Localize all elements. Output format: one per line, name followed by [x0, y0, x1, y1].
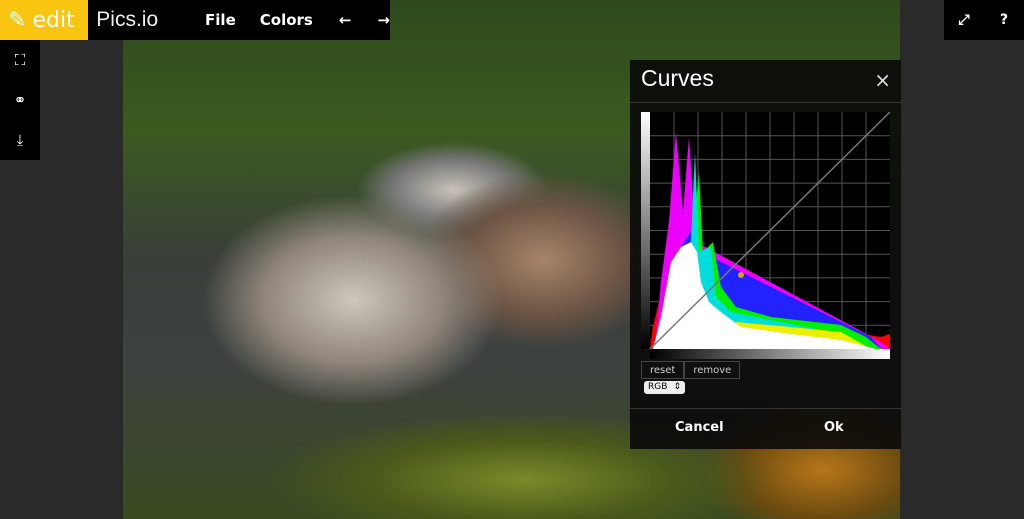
divider — [630, 408, 901, 409]
help-button[interactable]: ? — [984, 0, 1024, 40]
color-circles-icon[interactable]: ⚭ — [14, 80, 27, 120]
tool-sidebar: ⛶ ⚭ ⤓ — [0, 40, 40, 160]
menu-colors[interactable]: Colors — [260, 11, 313, 29]
brand-logo: Pics.io — [96, 8, 159, 31]
channel-select[interactable]: RGB ⇕ — [644, 381, 685, 394]
redo-arrow-right-icon[interactable]: → — [377, 11, 390, 29]
curves-graph[interactable] — [641, 112, 890, 359]
dialog-title: Curves — [641, 65, 714, 91]
channel-value: RGB — [648, 382, 668, 392]
remove-button[interactable]: remove — [684, 361, 741, 379]
pencil-icon: ✎ — [8, 7, 27, 33]
expand-icon[interactable]: ⤢ — [944, 0, 984, 40]
select-arrows-icon: ⇕ — [673, 382, 681, 392]
cancel-button[interactable]: Cancel — [675, 420, 724, 435]
crop-icon[interactable]: ⛶ — [15, 40, 26, 80]
download-icon[interactable]: ⤓ — [17, 120, 24, 160]
curve-control-point[interactable] — [738, 272, 744, 278]
curves-dialog: Curves × reset remove RGB ⇕ Cancel Ok — [630, 60, 901, 449]
edit-badge: ✎ edit — [0, 0, 89, 40]
edit-label: edit — [32, 7, 75, 33]
top-right-controls: ⤢ ? — [944, 0, 1024, 40]
top-toolbar: ✎ edit Pics.io File Colors ← → — [0, 0, 390, 40]
output-gradient — [641, 112, 650, 349]
reset-button[interactable]: reset — [641, 361, 685, 379]
ok-button[interactable]: Ok — [824, 420, 844, 435]
undo-arrow-left-icon[interactable]: ← — [339, 11, 352, 29]
close-icon[interactable]: × — [874, 68, 891, 92]
input-gradient — [650, 349, 890, 359]
menu-file[interactable]: File — [205, 11, 236, 29]
divider — [630, 102, 901, 103]
